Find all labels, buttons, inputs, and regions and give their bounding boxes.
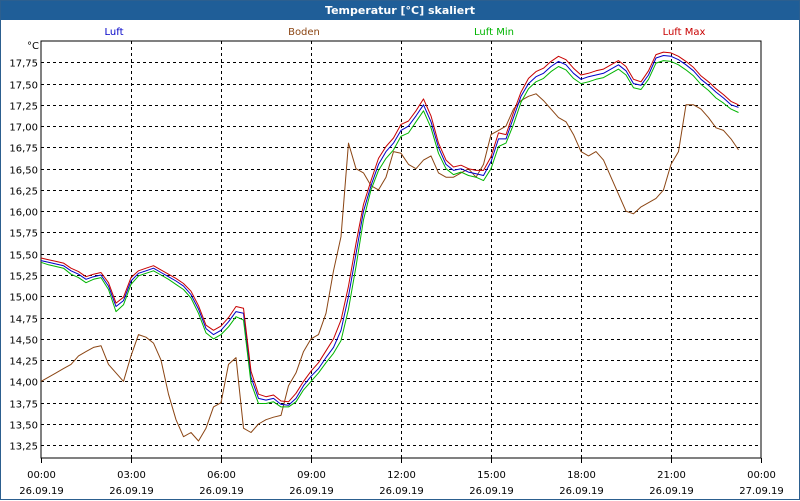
series-line-luft-max xyxy=(40,51,739,403)
y-tick-label: 15,50 xyxy=(9,251,38,262)
x-tick-date: 26.09.19 xyxy=(199,486,244,497)
legend-boden: Boden xyxy=(288,27,320,38)
x-tick-time: 09:00 xyxy=(297,470,326,481)
y-tick-label: 14,00 xyxy=(9,378,38,389)
series-line-luft xyxy=(40,55,739,406)
chart-window: Temperatur [°C] skaliert Luft Boden Luft… xyxy=(0,0,800,500)
legend-luft-max: Luft Max xyxy=(663,27,706,38)
x-tick-time: 15:00 xyxy=(477,470,506,481)
y-tick-label: 16,00 xyxy=(9,208,38,219)
x-tick-time: 12:00 xyxy=(387,470,416,481)
temperature-chart: Luft Boden Luft Min Luft Max °C 13,2513,… xyxy=(9,27,783,498)
x-tick-time: 03:00 xyxy=(117,470,146,481)
x-tick-time: 00:00 xyxy=(27,470,56,481)
legend-luft: Luft xyxy=(105,27,124,38)
y-tick-label: 14,50 xyxy=(9,336,38,347)
y-tick-label: 15,00 xyxy=(9,293,38,304)
x-tick-date: 27.09.19 xyxy=(739,486,784,497)
y-tick-label: 16,25 xyxy=(9,187,38,198)
axis-layer: 13,25 13,50 13,75 14,00 14,25 14,50 14,75 15,00… xyxy=(9,59,783,498)
series-layer xyxy=(40,51,739,442)
x-tick-date: 26.09.19 xyxy=(379,486,424,497)
y-tick-label: 16,75 xyxy=(9,144,38,155)
series-line-luft-min xyxy=(40,60,739,408)
y-tick-label: 13,50 xyxy=(9,421,38,432)
x-tick-date: 26.09.19 xyxy=(19,486,64,497)
y-tick-label: 13,75 xyxy=(9,400,38,411)
y-tick-label: 16,50 xyxy=(9,166,38,177)
y-axis-unit: °C xyxy=(27,41,39,52)
y-tick-label: 17,50 xyxy=(9,81,38,92)
x-tick-date: 26.09.19 xyxy=(469,486,514,497)
y-tick-label: 17,75 xyxy=(9,59,38,70)
x-tick-time: 18:00 xyxy=(567,470,596,481)
y-tick-label: 17,00 xyxy=(9,123,38,134)
x-tick-date: 26.09.19 xyxy=(649,486,694,497)
y-tick-label: 14,25 xyxy=(9,357,38,368)
x-tick-date: 26.09.19 xyxy=(289,486,334,497)
x-tick-date: 26.09.19 xyxy=(559,486,604,497)
y-tick-label: 15,75 xyxy=(9,229,38,240)
y-tick-label: 17,25 xyxy=(9,102,38,113)
x-tick-date: 26.09.19 xyxy=(109,486,154,497)
grid-layer xyxy=(40,40,762,459)
x-tick-time: 00:00 xyxy=(747,470,776,481)
series-line-boden xyxy=(40,93,739,442)
y-tick-label: 13,25 xyxy=(9,442,38,453)
x-tick-time: 06:00 xyxy=(207,470,236,481)
y-tick-label: 14,75 xyxy=(9,315,38,326)
x-tick-time: 21:00 xyxy=(657,470,686,481)
legend-luft-min: Luft Min xyxy=(474,27,514,38)
y-tick-label: 15,25 xyxy=(9,272,38,283)
